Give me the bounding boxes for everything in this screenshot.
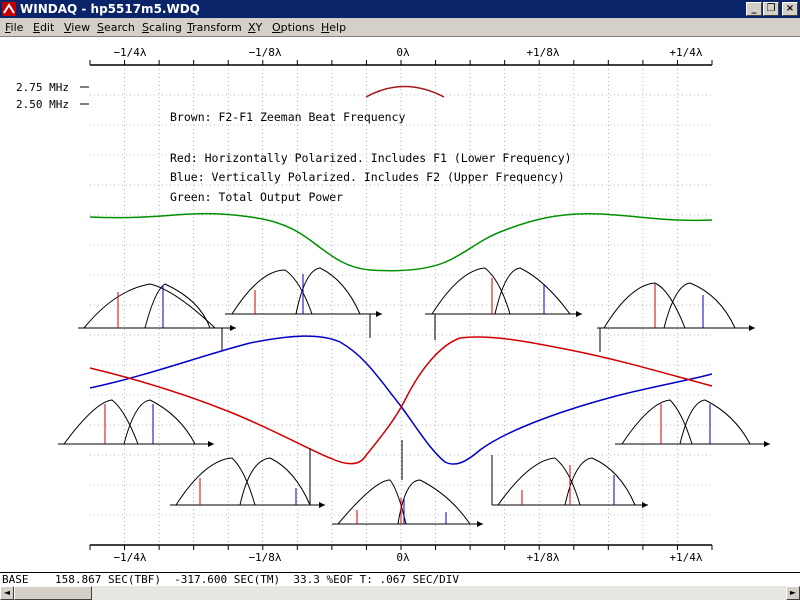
y-axis-label: 2.75 MHz [16, 81, 69, 94]
menu-bar: File Edit View Search Scaling Transform … [0, 18, 800, 37]
legend-blue: Blue: Vertically Polarized. Includes F2 … [170, 170, 565, 184]
x-axis-label-top: −1/8λ [248, 46, 281, 59]
x-axis-label-bottom: 0λ [396, 551, 410, 564]
scroll-left-arrow-icon[interactable]: ◄ [0, 586, 14, 600]
x-axis-label-bottom: −1/4λ [113, 551, 146, 564]
x-axis-label-top: −1/4λ [113, 46, 146, 59]
x-axis-label-top: 0λ [396, 46, 410, 59]
minimize-button[interactable]: _ [746, 2, 762, 16]
menu-edit[interactable]: Edit [33, 21, 54, 34]
red-trace [89, 336, 713, 465]
menu-file[interactable]: File [5, 21, 23, 34]
scroll-thumb[interactable] [14, 586, 92, 600]
blue-trace [89, 335, 713, 465]
legend-brown: Brown: F2-F1 Zeeman Beat Frequency [170, 110, 405, 124]
close-button[interactable]: × [782, 2, 798, 16]
x-axis-label-top: +1/4λ [669, 46, 702, 59]
x-axis-label-top: +1/8λ [526, 46, 559, 59]
window-title: WINDAQ - hp5517m5.WDQ [20, 2, 200, 16]
green-trace [89, 212, 713, 272]
status-text: BASE 158.867 SEC(TBF) -317.600 SEC(TM) 3… [2, 573, 459, 586]
y-axis-label: 2.50 MHz [16, 98, 69, 111]
scroll-right-arrow-icon[interactable]: ► [786, 586, 800, 600]
legend-green: Green: Total Output Power [170, 190, 343, 204]
x-axis-label-bottom: −1/8λ [248, 551, 281, 564]
menu-scaling[interactable]: Scaling [142, 21, 182, 34]
x-axis-label-bottom: +1/4λ [669, 551, 702, 564]
x-axis-label-bottom: +1/8λ [526, 551, 559, 564]
waveform-plot[interactable]: −1/4λ −1/8λ 0λ +1/8λ +1/4λ −1/4λ −1/8λ 0… [0, 37, 800, 572]
restore-button[interactable]: ❐ [763, 2, 779, 16]
spectrum-inset [58, 267, 770, 527]
menu-view[interactable]: View [64, 21, 90, 34]
menu-search[interactable]: Search [97, 21, 135, 34]
brown-trace [365, 85, 445, 98]
menu-help[interactable]: Help [321, 21, 346, 34]
title-bar: WINDAQ - hp5517m5.WDQ _ ❐ × [0, 0, 800, 18]
windaq-app-icon[interactable] [2, 2, 16, 16]
plot-grid [90, 65, 712, 545]
status-bar: BASE 158.867 SEC(TBF) -317.600 SEC(TM) 3… [0, 572, 800, 586]
menu-options[interactable]: Options [272, 21, 314, 34]
menu-xy[interactable]: XY [248, 21, 262, 34]
horizontal-scrollbar[interactable]: ◄ ► [0, 586, 800, 600]
legend-red: Red: Horizontally Polarized. Includes F1… [170, 151, 572, 165]
menu-transform[interactable]: Transform [187, 21, 242, 34]
